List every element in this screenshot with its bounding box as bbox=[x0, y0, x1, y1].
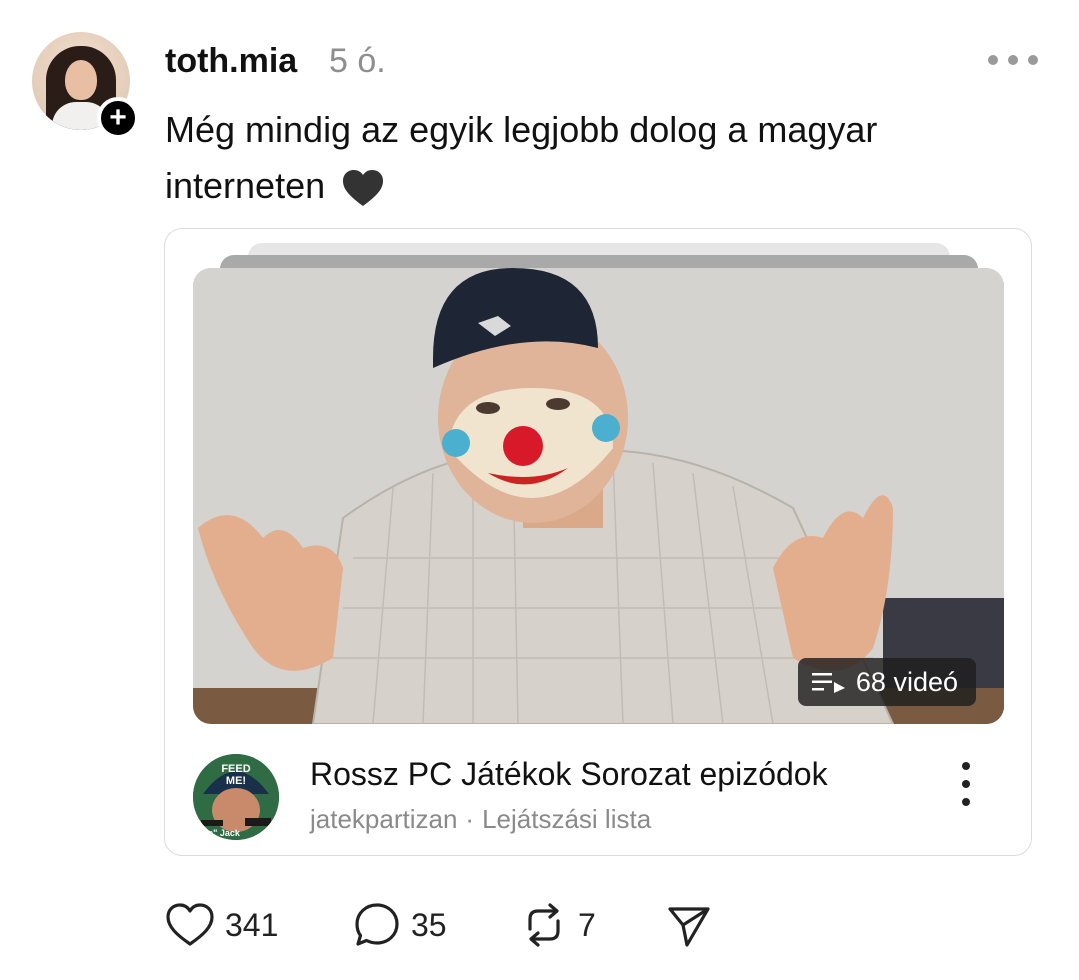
repost-icon bbox=[528, 903, 560, 947]
repost-button[interactable]: 7 bbox=[520, 900, 596, 950]
post-text-block: Még mindig az egyik legjobb dolog a magy… bbox=[165, 102, 1025, 214]
channel-avatar[interactable]: FEED ME! bo" Jack bbox=[193, 754, 279, 840]
like-count: 341 bbox=[225, 906, 279, 943]
black-heart-emoji-icon bbox=[343, 170, 384, 207]
video-count-badge: 68 videó bbox=[797, 658, 976, 706]
playlist-more-options-icon[interactable] bbox=[956, 762, 976, 806]
channel-avatar-text: ME! bbox=[226, 775, 246, 787]
playlist-kind: Lejátszási lista bbox=[482, 804, 652, 834]
post-time: 5 ó. bbox=[329, 42, 386, 80]
share-icon bbox=[668, 907, 710, 947]
like-button[interactable]: 341 bbox=[165, 900, 278, 950]
heart-icon bbox=[166, 903, 214, 946]
post-action-bar: 341 35 7 bbox=[165, 900, 885, 950]
playlist-icon bbox=[811, 673, 845, 693]
playlist-title[interactable]: Rossz PC Játékok Sorozat epizódok bbox=[310, 756, 828, 793]
playlist-thumbnail[interactable]: 68 videó bbox=[193, 268, 1004, 724]
comment-icon bbox=[355, 903, 399, 946]
share-button[interactable] bbox=[665, 900, 713, 950]
channel-avatar-text: FEED bbox=[221, 763, 250, 775]
playlist-stack-layer bbox=[220, 255, 978, 269]
post-text: Még mindig az egyik legjobb dolog a magy… bbox=[165, 109, 878, 206]
playlist-meta: jatekpartizan · Lejátszási lista bbox=[310, 804, 651, 835]
author-avatar-wrap[interactable]: + bbox=[32, 32, 139, 139]
video-count-label: 68 videó bbox=[855, 666, 958, 697]
follow-plus-icon[interactable]: + bbox=[97, 97, 139, 139]
post-more-options-icon[interactable] bbox=[988, 46, 1038, 74]
repost-count: 7 bbox=[578, 906, 596, 943]
comment-button[interactable]: 35 bbox=[353, 900, 447, 950]
meta-separator: · bbox=[465, 804, 475, 834]
author-username[interactable]: toth.mia bbox=[165, 42, 297, 81]
comment-count: 35 bbox=[411, 906, 447, 943]
channel-name[interactable]: jatekpartizan bbox=[310, 804, 457, 834]
